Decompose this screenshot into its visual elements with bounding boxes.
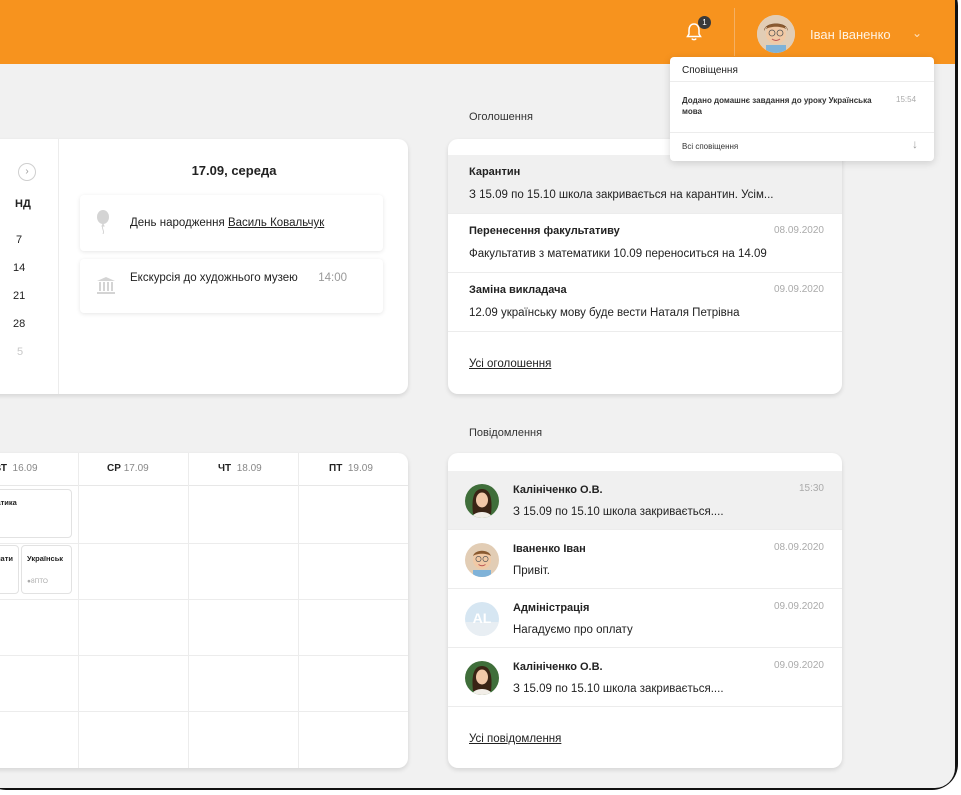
message-item[interactable]: AL Адміністрація 09.09.2020 Нагадуємо пр… — [448, 589, 842, 648]
schedule-header: ВТ 16.09 СР 17.09 ЧТ 18.09 ПТ 19.09 — [0, 453, 408, 486]
message-time: 09.09.2020 — [773, 660, 824, 671]
announcement-body: Факультатив з математики 10.09 переносит… — [469, 248, 767, 260]
all-notifications-link[interactable]: Всі сповіщення — [682, 142, 738, 151]
message-time: 09.09.2020 — [773, 601, 824, 612]
calendar-day[interactable]: 14 — [13, 262, 25, 274]
event-excursion[interactable]: Екскурсія до художнього музею 14:00 — [80, 259, 383, 313]
person-link[interactable]: Василь Ковальчук — [228, 217, 324, 229]
messages-title: Повідомлення — [469, 427, 543, 439]
selected-date-title: 17.09, середа — [191, 163, 277, 178]
grid-line — [0, 599, 408, 600]
message-sender: Іваненко Іван — [513, 543, 586, 555]
notification-badge: 1 — [698, 16, 711, 29]
message-text: Нагадуємо про оплату — [513, 624, 633, 636]
message-sender: Калініченко О.В. — [513, 484, 603, 496]
message-item[interactable]: Калініченко О.В. 09.09.2020 З 15.09 по 1… — [448, 648, 842, 707]
grid-line — [298, 453, 299, 768]
boy-avatar — [465, 543, 499, 577]
announcement-item[interactable]: Перенесення факультативу 08.09.2020 Факу… — [448, 214, 842, 273]
calendar-col-head: НД — [15, 198, 31, 210]
announcement-item[interactable]: Карантин З 15.09 по 15.10 школа закриває… — [448, 155, 842, 214]
arrow-down-icon[interactable]: ↓ — [912, 137, 918, 151]
all-announcements-link[interactable]: Усі оголошення — [469, 358, 551, 370]
announcements-title: Оголошення — [469, 111, 533, 123]
notifications-title: Сповіщення — [682, 65, 738, 76]
admin-avatar: AL — [465, 602, 499, 636]
notification-item-time: 15:54 — [896, 95, 917, 104]
location-text: ●8ПТО — [27, 578, 48, 585]
grid-line — [78, 453, 79, 768]
grid-line — [0, 543, 408, 544]
schedule-day-wed: СР 17.09 — [107, 463, 149, 474]
chevron-right-icon[interactable]: › — [18, 163, 36, 181]
svg-text:AL: AL — [473, 610, 492, 626]
calendar-card: › Б НД 7 3 14 0 21 7 28 5 17.09, середа … — [0, 139, 408, 394]
notification-item-text[interactable]: Додано домашнє завдання до уроку Українс… — [682, 95, 872, 117]
all-messages-link[interactable]: Усі повідомлення — [469, 733, 561, 745]
announcement-body: 12.09 українську мову буде вести Наталя … — [469, 307, 740, 319]
lesson-block[interactable]: матика 2 — [0, 489, 72, 538]
schedule-card: ВТ 16.09 СР 17.09 ЧТ 18.09 ПТ 19.09 мати… — [0, 453, 408, 768]
announcement-title: Перенесення факультативу — [469, 225, 620, 237]
event-text: Екскурсія до художнього музею — [130, 272, 298, 284]
woman-avatar — [465, 484, 499, 518]
grid-line — [0, 711, 408, 712]
header-divider — [734, 8, 735, 56]
message-item[interactable]: Іваненко Іван 08.09.2020 Привіт. — [448, 530, 842, 589]
message-sender: Адміністрація — [513, 602, 590, 614]
announcement-date: 08.09.2020 — [773, 225, 824, 236]
message-sender: Калініченко О.В. — [513, 661, 603, 673]
divider — [670, 81, 934, 82]
announcement-body: З 15.09 по 15.10 школа закривається на к… — [469, 189, 774, 201]
event-time: 14:00 — [318, 272, 347, 284]
announcement-title: Заміна викладача — [469, 284, 567, 296]
lesson-block[interactable]: Українськ ●8ПТО — [21, 545, 72, 594]
grid-line — [188, 453, 189, 768]
chevron-down-icon[interactable]: ⌄ — [912, 26, 922, 40]
message-time: 08.09.2020 — [773, 542, 824, 553]
calendar-day-muted[interactable]: 5 — [17, 346, 23, 358]
user-avatar[interactable] — [757, 15, 795, 53]
announcement-title: Карантин — [469, 166, 521, 178]
grid-line — [0, 655, 408, 656]
woman-avatar — [465, 661, 499, 695]
schedule-day-fri: ПТ 19.09 — [329, 463, 373, 474]
messages-card: Калініченко О.В. 15:30 З 15.09 по 15.10 … — [448, 453, 842, 768]
schedule-day-tue: ВТ 16.09 — [0, 463, 38, 474]
event-text: День народження Василь Ковальчук — [130, 217, 325, 229]
calendar-day[interactable]: 21 — [13, 290, 25, 302]
museum-icon — [97, 277, 115, 294]
divider — [670, 132, 934, 133]
announcements-card: Карантин З 15.09 по 15.10 школа закриває… — [448, 139, 842, 394]
lesson-block[interactable]: емати 2 — [0, 545, 19, 594]
message-item[interactable]: Калініченко О.В. 15:30 З 15.09 по 15.10 … — [448, 471, 842, 530]
message-text: Привіт. — [513, 565, 550, 577]
calendar-divider — [58, 139, 59, 394]
calendar-day[interactable]: 28 — [13, 318, 25, 330]
calendar-day[interactable]: 7 — [16, 234, 22, 246]
announcement-item[interactable]: Заміна викладача 09.09.2020 12.09 україн… — [448, 273, 842, 332]
message-text: З 15.09 по 15.10 школа закривається.... — [513, 683, 724, 695]
notifications-dropdown: Сповіщення Додано домашнє завдання до ур… — [670, 57, 934, 161]
announcement-date: 09.09.2020 — [773, 284, 824, 295]
message-time: 15:30 — [798, 483, 824, 494]
top-bar: 1 Іван Іваненко ⌄ — [0, 0, 955, 64]
event-birthday[interactable]: День народження Василь Ковальчук — [80, 195, 383, 251]
message-text: З 15.09 по 15.10 школа закривається.... — [513, 506, 724, 518]
app-screen: 1 Іван Іваненко ⌄ Сповіщення Додано дома… — [0, 0, 955, 788]
user-name[interactable]: Іван Іваненко — [810, 27, 891, 42]
schedule-day-thu: ЧТ 18.09 — [218, 463, 262, 474]
balloon-icon — [97, 210, 109, 234]
